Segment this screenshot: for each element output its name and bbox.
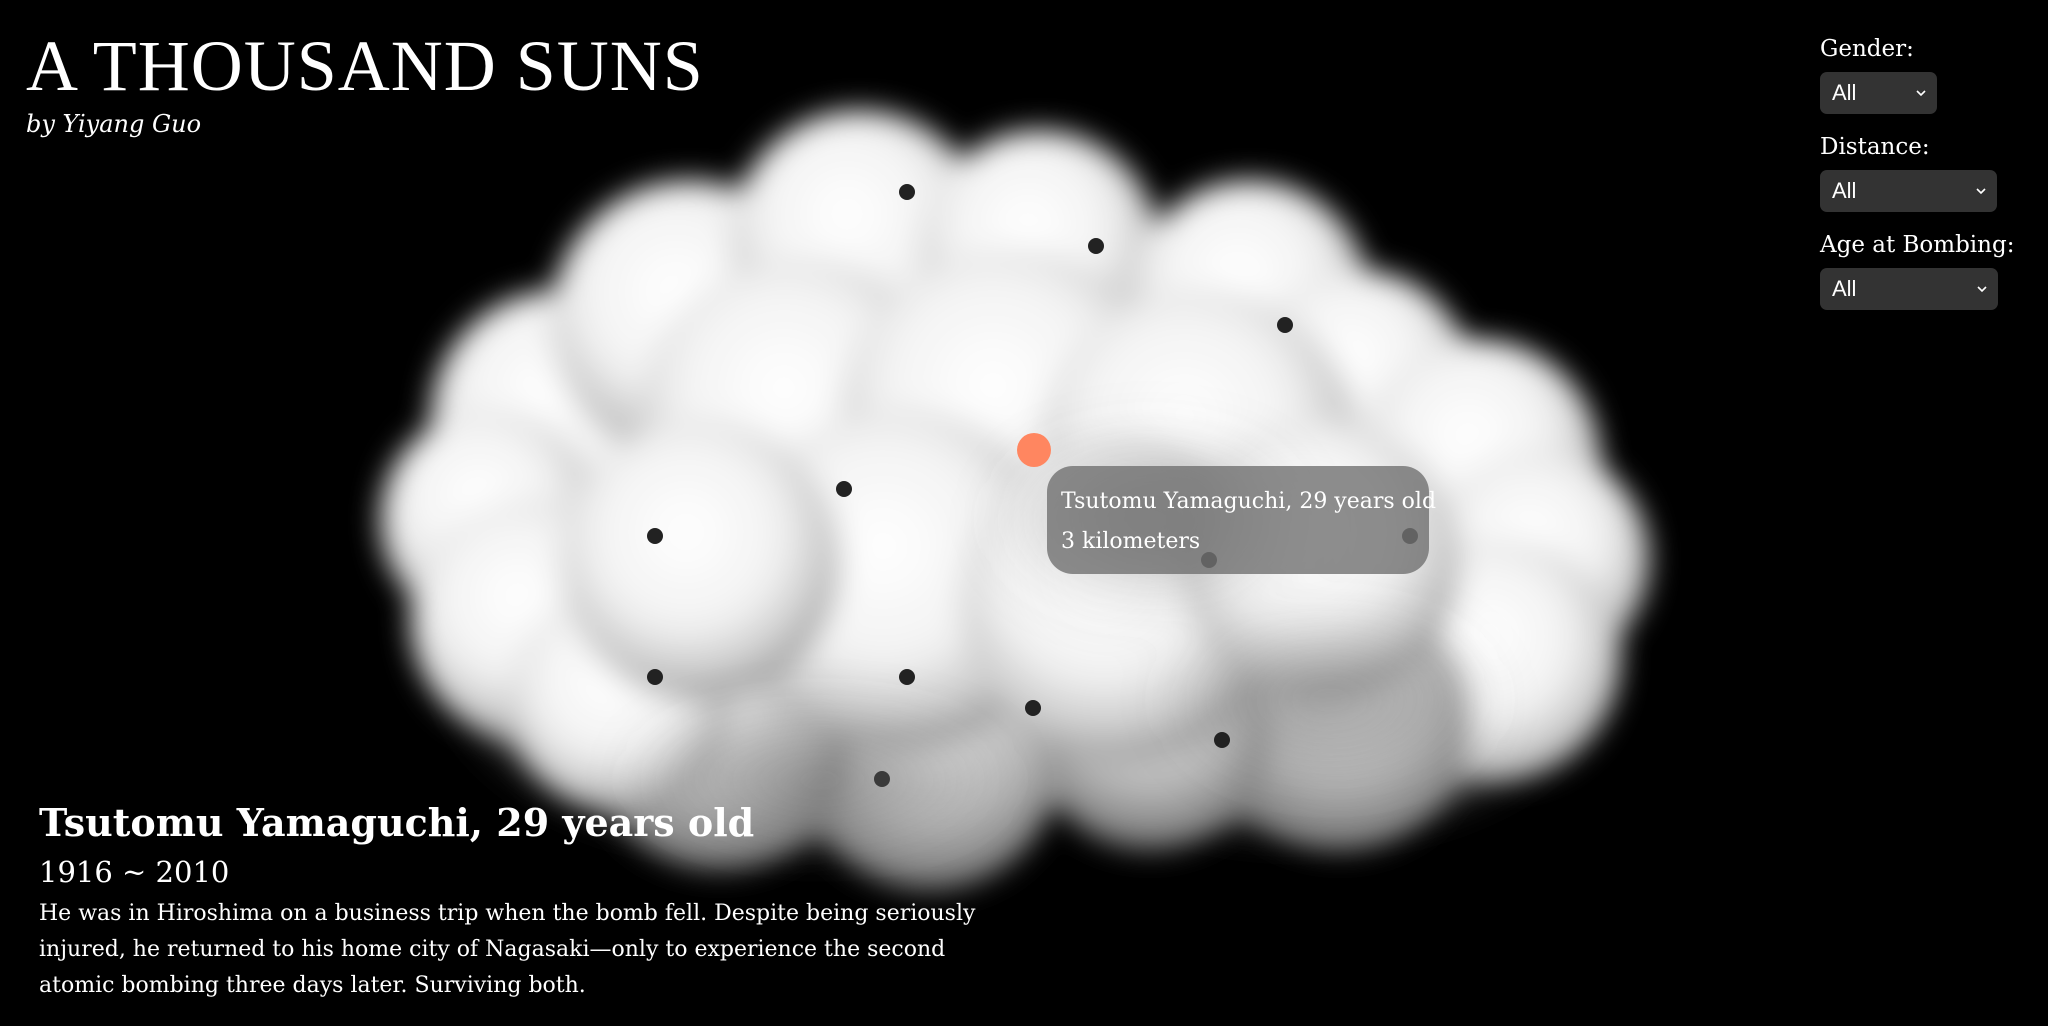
distance-select-value: All: [1832, 178, 1857, 203]
survivor-dot[interactable]: [1088, 238, 1104, 254]
age-select[interactable]: All: [1820, 268, 1998, 310]
survivor-dot[interactable]: [899, 184, 915, 200]
detail-biography: He was in Hiroshima on a business trip w…: [39, 901, 976, 998]
survivor-dot[interactable]: [899, 669, 915, 685]
chevron-down-icon: [1976, 188, 1986, 195]
survivor-dot[interactable]: [836, 481, 852, 497]
age-select-value: All: [1832, 276, 1857, 301]
survivor-dot[interactable]: [1025, 700, 1041, 716]
distance-select[interactable]: All: [1820, 170, 1997, 212]
chevron-down-icon: [1916, 90, 1926, 97]
tooltip-distance: 3 kilometers: [1061, 529, 1201, 554]
age-filter-label: Age at Bombing:: [1820, 232, 2015, 258]
tooltip-name: Tsutomu Yamaguchi, 29 years old: [1061, 489, 1437, 514]
survivor-dot-selected[interactable]: [1017, 433, 1051, 467]
gender-select-value: All: [1832, 80, 1857, 105]
chevron-down-icon: [1977, 286, 1987, 293]
survivor-detail: Tsutomu Yamaguchi, 29 years old 1916 ~ 2…: [39, 798, 1029, 1004]
survivor-dot[interactable]: [874, 771, 890, 787]
gender-select[interactable]: All: [1820, 72, 1937, 114]
survivor-dot[interactable]: [647, 528, 663, 544]
detail-lifespan: 1916 ~ 2010: [39, 855, 230, 889]
gender-filter-label: Gender:: [1820, 36, 1914, 62]
detail-name: Tsutomu Yamaguchi, 29 years old: [39, 800, 755, 845]
survivor-tooltip: Tsutomu Yamaguchi, 29 years old 3 kilome…: [1047, 466, 1437, 574]
filter-panel: Gender: All Distance: All Age at Bombing…: [1820, 34, 2030, 328]
distance-filter-label: Distance:: [1820, 134, 1930, 160]
survivor-dot[interactable]: [1277, 317, 1293, 333]
survivor-dot[interactable]: [1214, 732, 1230, 748]
survivor-dot[interactable]: [647, 669, 663, 685]
